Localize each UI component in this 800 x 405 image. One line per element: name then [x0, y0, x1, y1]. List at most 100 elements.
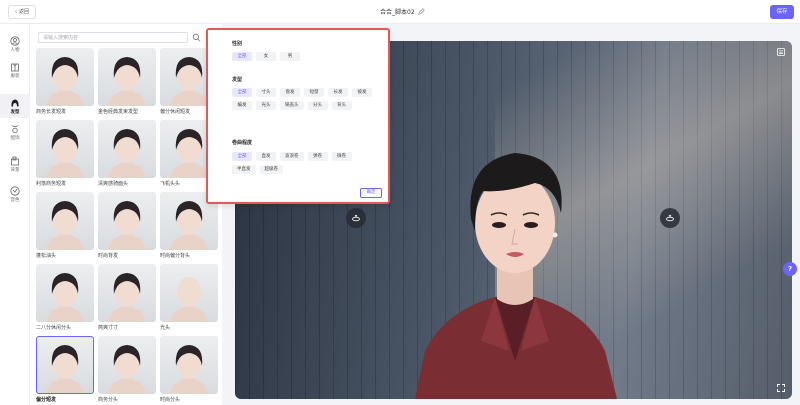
search-icon[interactable]	[192, 33, 201, 42]
filter-tag[interactable]: 短發	[304, 88, 324, 97]
hairstyle-card[interactable]: 时尚分头	[160, 336, 218, 403]
hairstyle-thumbnail	[98, 120, 156, 178]
rotate-right-button[interactable]	[660, 208, 680, 228]
voice-icon	[10, 185, 20, 196]
hairstyle-thumbnail	[36, 48, 94, 106]
hairstyle-card[interactable]: 简爽寸寸	[98, 264, 156, 331]
nav-item-person[interactable]: 人物	[0, 32, 30, 56]
hairstyle-card[interactable]: 二八分休闲分头	[36, 264, 94, 331]
filter-tag[interactable]: 微卷	[331, 152, 352, 161]
hairstyle-thumbnail	[98, 48, 156, 106]
rotate-icon	[666, 214, 674, 222]
hairstyle-label: 简爽寸寸	[98, 325, 119, 331]
fullscreen-icon[interactable]	[776, 383, 786, 393]
filter-tag[interactable]: 盘发	[280, 88, 300, 97]
search-input[interactable]	[38, 32, 188, 43]
confirm-button[interactable]: 确定	[360, 188, 382, 198]
hairstyle-card[interactable]: 利落商务短发	[36, 120, 94, 187]
filter-tag[interactable]: 女	[256, 52, 276, 61]
hairstyle-label: 利落商务短发	[36, 181, 67, 187]
hairstyle-label: 二八分休闲分头	[36, 325, 72, 331]
nav-item-clothes[interactable]: 服装	[0, 58, 30, 82]
background-icon	[11, 156, 19, 165]
avatar-figure	[415, 153, 617, 399]
help-button[interactable]: ?	[783, 262, 797, 276]
filter-tag[interactable]: 半直发	[232, 165, 256, 174]
filter-tag[interactable]: 全部	[232, 88, 252, 97]
filter-tag[interactable]: 长发	[328, 88, 348, 97]
hairstyle-label: 蓬松油头	[36, 253, 57, 259]
back-button[interactable]: ‹ 返回	[8, 5, 37, 19]
filter-group-title-gender: 性别	[232, 41, 243, 47]
hair-icon	[11, 99, 19, 106]
menu-icon[interactable]	[776, 47, 786, 57]
filter-tag[interactable]: 男	[280, 52, 300, 61]
filter-tag[interactable]: 披发	[352, 88, 372, 97]
hairstyle-thumbnail	[98, 264, 156, 322]
filter-tag[interactable]: 锅盖头	[280, 101, 304, 110]
nav-item-hair[interactable]: 发型	[0, 94, 30, 118]
filter-tag[interactable]: 超级卷	[259, 165, 283, 174]
filter-group-title-curl: 卷曲程度	[232, 140, 253, 146]
save-button[interactable]: 保存	[770, 5, 794, 19]
nav-item-background[interactable]: 背景	[0, 152, 30, 176]
hairstyle-label: 时尚分头	[160, 397, 181, 403]
hairstyle-thumbnail	[160, 264, 218, 322]
filter-tag[interactable]: 编发	[232, 101, 252, 110]
edit-icon[interactable]	[417, 8, 425, 15]
hairstyle-thumbnail	[36, 192, 94, 250]
rotate-icon	[352, 214, 360, 222]
nav-item-accessory[interactable]: 配饰	[0, 120, 30, 144]
hairstyle-card[interactable]: 时尚背发	[98, 192, 156, 259]
hairstyle-card[interactable]: 清爽感骑面头	[98, 120, 156, 187]
hairstyle-label: 偏分短发	[36, 397, 57, 403]
hairstyle-label: 时尚背发	[98, 253, 119, 259]
filter-tags-curl: 全部 直发 波浪卷 弹卷 微卷半直发 超级卷	[232, 152, 372, 174]
nav-item-voice[interactable]: 音色	[0, 182, 30, 206]
hairstyle-thumbnail	[36, 120, 94, 178]
filter-tag[interactable]: 弹卷	[307, 152, 328, 161]
filter-tag[interactable]: 分头	[307, 101, 328, 110]
filter-tag[interactable]: 全部	[232, 152, 252, 161]
hairstyle-thumbnail	[36, 336, 94, 394]
hairstyle-label: 清爽感骑面头	[98, 181, 129, 187]
document-title-text: 合合_脚本02	[380, 9, 415, 16]
nav-label: 配饰	[10, 135, 20, 141]
nav-label: 人物	[10, 47, 20, 53]
hairstyle-label: 商务长发短发	[36, 109, 67, 115]
hairstyle-label: 光头	[160, 325, 171, 331]
hairstyle-card[interactable]: 商务分头	[98, 336, 156, 403]
hairstyle-library: 商务长发短发金色经典发束发型偏分休闲短发利落商务短发清爽感骑面头飞机头头蓬松油头…	[30, 24, 222, 405]
rotate-left-button[interactable]	[346, 208, 366, 228]
hairstyle-thumbnail	[36, 264, 94, 322]
hairstyle-thumbnail	[98, 336, 156, 394]
hairstyle-card[interactable]: 商务长发短发	[36, 48, 94, 115]
hairstyle-card[interactable]: 蓬松油头	[36, 192, 94, 259]
chevron-left-icon: ‹	[15, 9, 17, 15]
nav-label: 发型	[10, 109, 20, 115]
nav-label: 音色	[10, 197, 20, 203]
filter-tag[interactable]: 背头	[331, 101, 352, 110]
top-bar: ‹ 返回 合合_脚本02 保存	[0, 0, 800, 24]
nav-label: 服装	[10, 73, 20, 79]
hairstyle-thumbnail	[160, 336, 218, 394]
filter-tag[interactable]: 直发	[256, 152, 276, 161]
hairstyle-label: 商务分头	[98, 397, 119, 403]
clothes-icon	[11, 63, 19, 71]
hairstyle-card[interactable]: 金色经典发束发型	[98, 48, 156, 115]
hairstyle-card[interactable]: 偏分短发	[36, 336, 94, 403]
person-icon	[10, 35, 20, 46]
filter-group-title-hairstyle: 发型	[232, 77, 243, 83]
accessory-icon	[11, 124, 19, 133]
back-label: 返回	[19, 9, 30, 15]
hairstyle-thumbnail	[98, 192, 156, 250]
nav-label: 背景	[10, 167, 20, 173]
hairstyle-card[interactable]: 光头	[160, 264, 218, 331]
left-nav: 人物 服装 发型 配饰 背景 音色	[0, 24, 30, 405]
filter-tag[interactable]: 寸头	[256, 88, 276, 97]
filter-tag[interactable]: 光头	[256, 101, 276, 110]
hairstyle-label: 金色经典发束发型	[98, 109, 139, 115]
filter-tags-hairstyle: 全部 寸头 盘发 短發 长发 披发编发 光头 锅盖头 分头 背头	[232, 88, 372, 110]
filter-tag[interactable]: 波浪卷	[280, 152, 304, 161]
filter-tag[interactable]: 全部	[232, 52, 252, 61]
